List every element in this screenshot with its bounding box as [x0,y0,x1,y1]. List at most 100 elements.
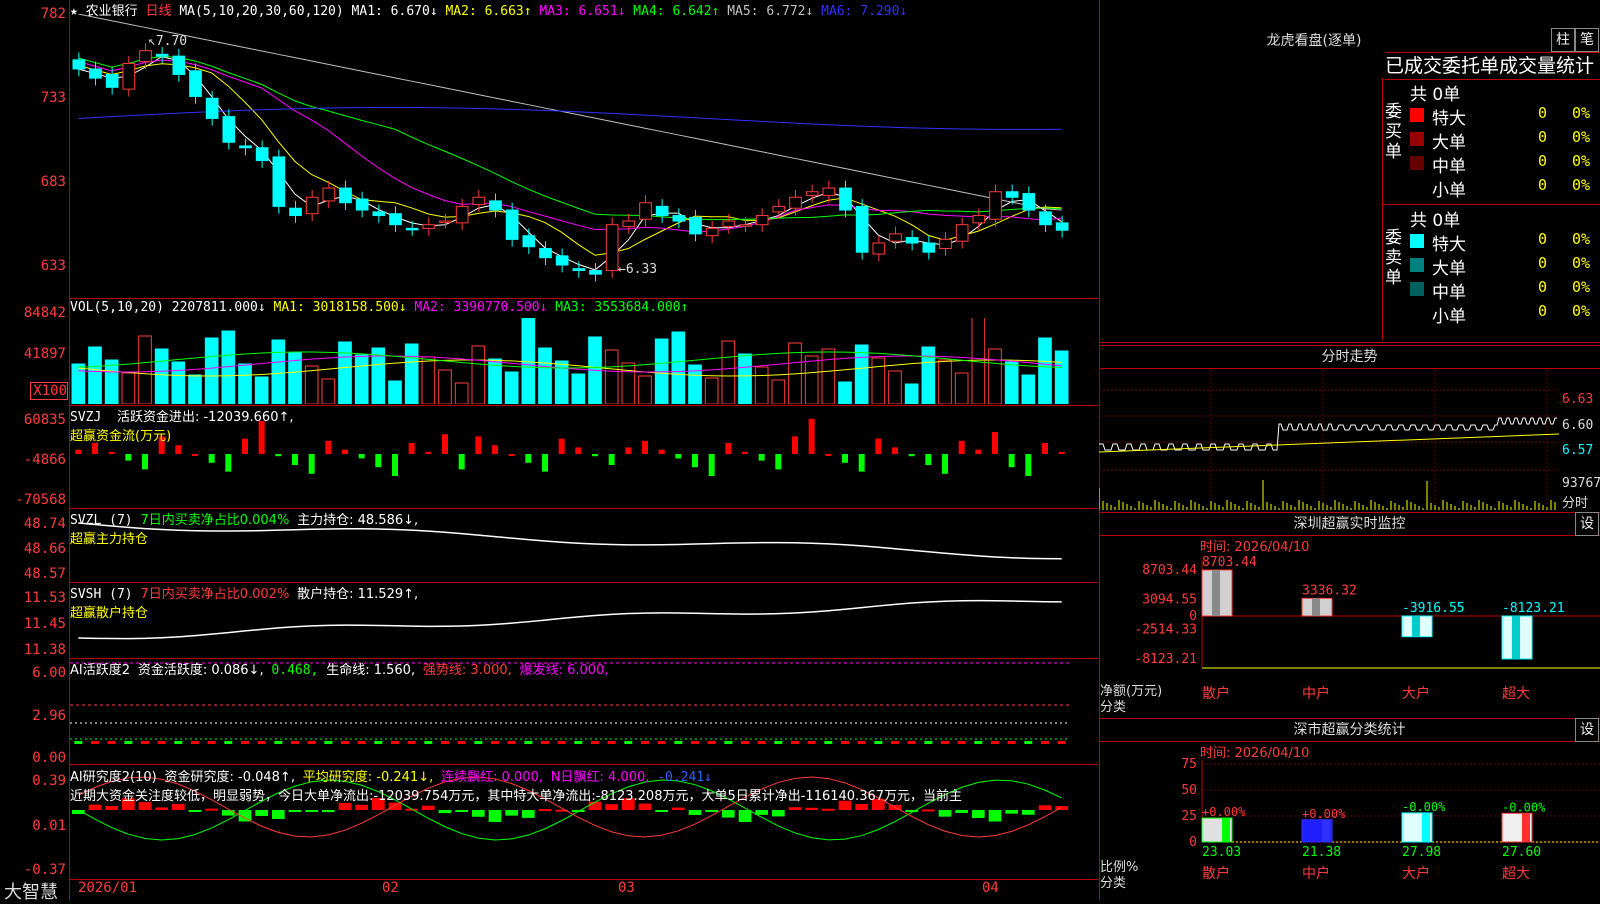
ai1-activity: 资金活跃度: 0.086↓, [137,663,264,678]
buy-total: 共 0单 [1410,85,1461,105]
vol-title-bar: VOL(5,10,20) 2207811.000↓ MA1: 3018158.5… [70,300,688,315]
volume-bar [404,343,419,404]
svzj-subtitle: 超赢资金流(万元) [70,429,172,444]
activity-bar [391,741,399,744]
candle [689,216,702,235]
row-swatch [1410,258,1424,272]
activity-bar [1007,741,1016,744]
volume-bar [471,345,486,404]
svzl-title-bar: SVZL (7) 7日内买卖净占比0.004% 主力持仓: 48.586↓, 超… [70,509,418,547]
activity-bar [874,741,883,744]
flow-bar [975,449,982,454]
ai1-value2: 0.468, [271,663,319,678]
svsh-ratio: 7日内买卖净占比0.002% [140,587,290,602]
price-line [1099,417,1557,451]
flow-bar [808,418,815,454]
activity-bar [307,741,316,744]
candle [905,237,919,244]
sscl-value: 21.38 [1302,845,1341,860]
flow-bar [308,454,315,474]
research-bar [288,810,302,812]
szcy-category: 中户 [1302,685,1330,702]
candle [922,242,936,253]
research-bar [255,810,268,816]
price-chart[interactable] [70,14,1098,298]
candle [155,53,169,57]
volume-bar [721,340,736,404]
research-bar [988,810,1002,822]
tick-mode-button[interactable]: 笔 [1575,28,1599,52]
ai1-axis-label: 0.00 [32,750,66,766]
flow-bar [542,454,548,472]
candle [72,59,86,70]
row-percent: 0% [1572,176,1591,194]
flow-bar [458,454,465,470]
szcy-bar-value: 3336.32 [1302,583,1357,598]
sscl-category: 中户 [1302,865,1330,882]
sscl-change: +0.00% [1202,805,1246,819]
vol-ma3: MA3: 3553684.000↑ [555,300,689,315]
activity-bar [624,741,633,744]
row-swatch [1410,132,1424,146]
lhkp-tabs[interactable]: 已成交委托单成交量统计 [1385,52,1600,80]
activity-bar [957,741,966,744]
bar-mode-button[interactable]: 柱 [1551,28,1575,52]
research-bar [105,805,118,810]
activity-bar [791,741,799,744]
flow-bar [642,440,648,454]
volume-bar [254,376,269,404]
fenshi-chart[interactable] [1099,370,1559,510]
sscl-chart[interactable]: 75 50 25 0 +0.00% 23.03 散户 +0.00% 21.38 中户 -0.00% 2… [1099,756,1600,900]
activity-bar [407,741,416,744]
flow-bar [142,454,148,470]
left-axis: 782 733 683 633 84842 41897 X100 60835 -… [0,0,70,900]
flow-bar [958,440,965,454]
ma-line-5 [78,14,1062,211]
szcy-chart[interactable]: 8703.443094.550-2514.33-8123.218703.44散户… [1099,552,1600,712]
lhkp-hline [1382,204,1600,205]
volume-bar [988,348,1002,404]
sscl-value: 27.98 [1402,845,1441,860]
flow-bar [658,449,665,454]
sscl-value: 27.60 [1502,845,1541,860]
row-count: 0 [1538,152,1548,170]
candle [239,145,252,149]
sscl-settings-button[interactable]: 设 [1575,718,1599,742]
volume-bar [754,366,769,404]
activity-bar [891,741,899,744]
flow-bar [558,438,565,454]
sscl-bar-shade [1322,819,1330,842]
activity-bar [157,741,166,744]
volume-bar [538,347,552,404]
candle [289,207,302,217]
fenshi-axis-label: 6.60 [1562,418,1594,433]
svzl-subtitle: 超赢主力持仓 [70,532,149,547]
svzj-axis-label: -70568 [15,492,66,508]
svsh-name: SVSH (7) [70,587,133,602]
candle [989,191,1002,220]
fenshi-vol-label: 93767 [1562,476,1600,491]
flow-bar [625,447,632,454]
candle [422,224,436,229]
research-bar [305,810,318,812]
ai1-axis-label: 2.96 [32,708,66,724]
candle [139,50,152,63]
szcy-bar-shade [1512,616,1520,659]
activity-bar [757,741,766,744]
flow-bar [725,443,732,454]
volume-bar [104,359,119,404]
szcy-settings-button[interactable]: 设 [1575,512,1599,536]
candle [705,227,719,237]
svzj-title-bar: SVZJ 活跃资金进出: -12039.660↑, 超赢资金流(万元) [70,406,294,444]
volume-bar [171,361,186,404]
row-name: 大单 [1432,133,1466,153]
ai1-title-bar: AI活跃度2 资金活跃度: 0.086↓, 0.468, 生命线: 1.560,… [70,659,609,678]
volume-chart[interactable] [70,318,1098,404]
volume-bar [738,353,752,404]
flow-bar [842,454,848,463]
candle [1055,222,1069,231]
candle [722,220,736,228]
ai2-n-red: N日飘红: 4.000, [550,770,650,785]
volume-bar [1038,337,1052,404]
activity-bar [191,741,199,744]
